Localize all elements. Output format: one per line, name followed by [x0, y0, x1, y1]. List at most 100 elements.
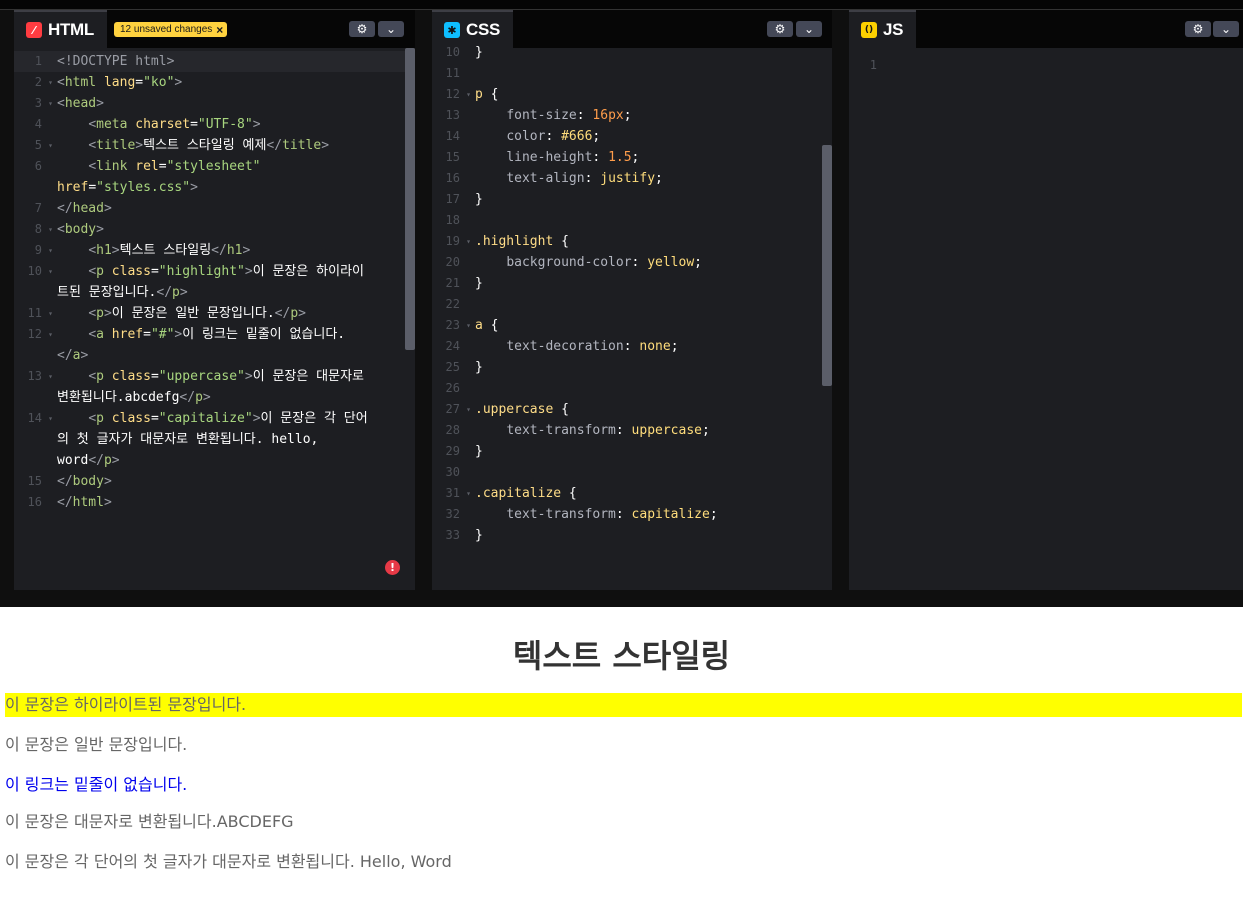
code-token: title [282, 138, 322, 153]
tab-html[interactable]: ⁄ HTML [14, 10, 108, 48]
css-settings-button[interactable]: ⚙ [767, 21, 793, 37]
code-line[interactable]: 의 첫 글자가 대문자로 변환됩니다. hello, [14, 429, 415, 450]
fold-arrow-icon[interactable]: ▾ [462, 315, 475, 336]
code-line[interactable]: 20 background-color: yellow; [432, 252, 832, 273]
code-line[interactable]: 9 ▾ <h1>텍스트 스타일링</h1> [14, 240, 415, 261]
code-line[interactable]: 12 ▾ <a href="#">이 링크는 밑줄이 없습니다. [14, 324, 415, 345]
code-line[interactable]: 13 font-size: 16px; [432, 105, 832, 126]
code-line[interactable]: 15 </body> [14, 471, 415, 492]
code-line[interactable]: 25} [432, 357, 832, 378]
code-line[interactable]: 23 ▾ a { [432, 315, 832, 336]
code-line[interactable]: 14 color: #666; [432, 126, 832, 147]
code-token: font-size [506, 108, 577, 123]
unsaved-changes-badge[interactable]: 12 unsaved changes × [114, 22, 228, 37]
html-collapse-button[interactable]: ⌄ [378, 21, 404, 37]
fold-arrow-icon[interactable]: ▾ [44, 219, 57, 240]
code-line[interactable]: 19 ▾ .highlight { [432, 231, 832, 252]
html-scrollbar[interactable] [405, 48, 415, 350]
error-icon[interactable]: ! [385, 560, 400, 575]
fold-arrow-icon[interactable]: ▾ [44, 366, 57, 387]
code-line[interactable]: </a> [14, 345, 415, 366]
html-settings-button[interactable]: ⚙ [349, 21, 375, 37]
code-line[interactable]: 7 </head> [14, 198, 415, 219]
fold-arrow-icon[interactable]: ▾ [44, 324, 57, 345]
tab-js[interactable]: () JS [849, 10, 917, 48]
code-line[interactable]: 4 <meta charset="UTF-8"> [14, 114, 415, 135]
code-line[interactable]: 32 text-transform: capitalize; [432, 504, 832, 525]
fold-arrow-icon[interactable]: ▾ [44, 72, 57, 93]
code-text: text-transform: uppercase; [475, 420, 710, 441]
code-line[interactable]: 29} [432, 441, 832, 462]
code-line[interactable]: 18 [432, 210, 832, 231]
code-line[interactable]: 6 <link rel="stylesheet" [14, 156, 415, 177]
close-icon[interactable]: × [216, 24, 223, 36]
code-token: > [202, 390, 211, 405]
code-line[interactable]: 10 ▾ <p class="highlight">이 문장은 하이라이 [14, 261, 415, 282]
fold-arrow-icon[interactable]: ▾ [44, 261, 57, 282]
fold-arrow-icon[interactable]: ▾ [462, 231, 475, 252]
code-text: word</p> [57, 450, 120, 471]
code-line[interactable]: 21} [432, 273, 832, 294]
code-line[interactable]: 22 [432, 294, 832, 315]
code-line[interactable]: 17} [432, 189, 832, 210]
css-scrollbar[interactable] [822, 145, 832, 386]
fold-arrow-icon[interactable]: ▾ [44, 303, 57, 324]
code-line[interactable]: href="styles.css"> [14, 177, 415, 198]
preview-link[interactable]: 이 링크는 밑줄이 없습니다. [5, 773, 1242, 797]
code-line[interactable]: 3 ▾ <head> [14, 93, 415, 114]
code-line[interactable]: 8 ▾ <body> [14, 219, 415, 240]
js-settings-button[interactable]: ⚙ [1185, 21, 1211, 37]
code-line[interactable]: 14 ▾ <p class="capitalize">이 문장은 각 단어 [14, 408, 415, 429]
code-line[interactable]: 28 text-transform: uppercase; [432, 420, 832, 441]
code-line[interactable]: 13 ▾ <p class="uppercase">이 문장은 대문자로 [14, 366, 415, 387]
code-line[interactable]: 트된 문장입니다.</p> [14, 282, 415, 303]
code-line[interactable]: 변환됩니다.abcdefg</p> [14, 387, 415, 408]
code-line[interactable]: 33} [432, 525, 832, 546]
code-line[interactable]: 2 ▾ <html lang="ko"> [14, 72, 415, 93]
code-line[interactable]: 16 </html> [14, 492, 415, 513]
code-line[interactable]: 12 ▾ p { [432, 84, 832, 105]
code-line[interactable]: 1 [849, 55, 1243, 76]
code-token: .uppercase [475, 402, 554, 417]
code-line[interactable]: 15 line-height: 1.5; [432, 147, 832, 168]
code-token: : [615, 507, 632, 522]
code-text: text-decoration: none; [475, 336, 678, 357]
line-number: 26 [445, 381, 460, 395]
html-code-editor[interactable]: 1 <!DOCTYPE html> 2 ▾ <html lang="ko"> 3 ▾ <hea… [14, 48, 415, 590]
fold-arrow-icon[interactable]: ▾ [44, 93, 57, 114]
code-token: "UTF-8" [197, 117, 253, 132]
code-token: background-color [506, 255, 632, 270]
fold-arrow-icon[interactable]: ▾ [462, 399, 475, 420]
code-line[interactable]: 16 text-align: justify; [432, 168, 832, 189]
fold-arrow-icon[interactable]: ▾ [462, 84, 475, 105]
code-token: p [475, 87, 483, 102]
code-text: text-align: justify; [475, 168, 663, 189]
code-line[interactable]: 24 text-decoration: none; [432, 336, 832, 357]
css-code-editor[interactable]: 10} 11 12 ▾ p {13 font-size: 16px; 14 color: … [432, 39, 832, 590]
js-collapse-button[interactable]: ⌄ [1213, 21, 1239, 37]
fold-arrow-icon[interactable]: ▾ [44, 135, 57, 156]
js-code-editor[interactable]: 1 [849, 52, 1243, 590]
fold-arrow-icon[interactable]: ▾ [462, 483, 475, 504]
code-line[interactable]: 26 [432, 378, 832, 399]
code-token: </ [274, 306, 291, 321]
code-line[interactable]: 10} [432, 42, 832, 63]
code-line[interactable]: 11 [432, 63, 832, 84]
css-collapse-button[interactable]: ⌄ [796, 21, 822, 37]
code-line[interactable]: 30 [432, 462, 832, 483]
fold-arrow-icon[interactable]: ▾ [44, 408, 57, 429]
code-line[interactable]: 5 ▾ <title>텍스트 스타일링 예제</title> [14, 135, 415, 156]
code-line[interactable]: 31 ▾ .capitalize { [432, 483, 832, 504]
code-line[interactable]: 27 ▾ .uppercase { [432, 399, 832, 420]
code-line[interactable]: word</p> [14, 450, 415, 471]
code-text: </html> [57, 492, 112, 513]
code-text: <p>이 문장은 일반 문장입니다.</p> [57, 303, 306, 324]
code-text: 변환됩니다.abcdefg</p> [57, 387, 211, 408]
fold-arrow-icon[interactable]: ▾ [44, 240, 57, 261]
code-line[interactable]: 1 <!DOCTYPE html> [14, 51, 415, 72]
code-line[interactable]: 11 ▾ <p>이 문장은 일반 문장입니다.</p> [14, 303, 415, 324]
